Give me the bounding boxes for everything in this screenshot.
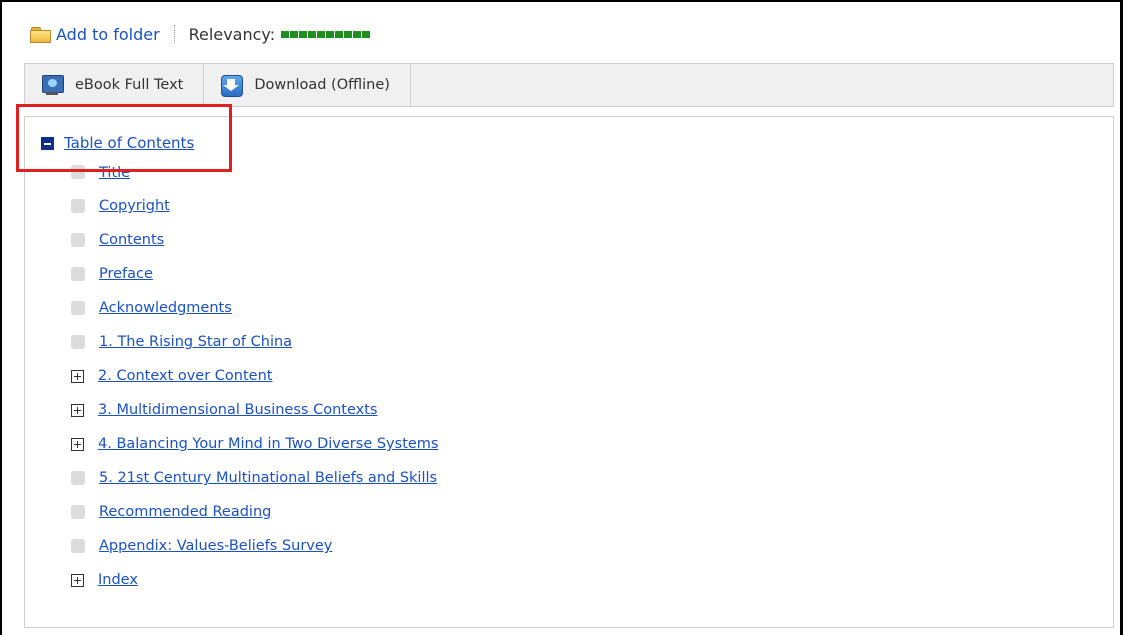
download-offline-button[interactable]: Download (Offline)	[204, 64, 411, 106]
relevancy-meter	[281, 30, 371, 38]
relevancy-block	[353, 30, 362, 38]
folder-icon[interactable]	[30, 26, 51, 43]
expand-icon[interactable]	[71, 437, 84, 451]
relevancy-label: Relevancy:	[188, 24, 276, 44]
toc-item: 1. The Rising Star of China	[71, 325, 438, 359]
relevancy-block	[326, 30, 335, 38]
toc-item: Title	[71, 165, 438, 189]
leaf-bullet-icon	[71, 199, 85, 213]
toc-item: Index	[71, 563, 438, 597]
toc-heading-link[interactable]: Table of Contents	[64, 134, 194, 152]
toc-item: Recommended Reading	[71, 495, 438, 529]
format-toolbar: eBook Full Text Download (Offline)	[24, 63, 1114, 107]
toc-heading-row: Table of Contents	[41, 134, 194, 152]
toc-item-link[interactable]: Preface	[99, 266, 153, 282]
download-offline-label: Download (Offline)	[254, 77, 390, 93]
ebook-full-text-button[interactable]: eBook Full Text	[25, 64, 205, 106]
toc-item-link[interactable]: Copyright	[99, 198, 170, 214]
leaf-bullet-icon	[71, 335, 85, 349]
add-to-folder-link[interactable]: Add to folder	[56, 25, 160, 44]
toc-item-link[interactable]: 4. Balancing Your Mind in Two Diverse Sy…	[98, 436, 438, 452]
toc-item-link[interactable]: Index	[98, 572, 138, 588]
relevancy-block	[335, 30, 344, 38]
relevancy-block	[308, 30, 317, 38]
toc-item: Preface	[71, 257, 438, 291]
relevancy-block	[344, 30, 353, 38]
download-arrow-icon	[220, 75, 244, 97]
toc-item-link[interactable]: Acknowledgments	[99, 300, 232, 316]
relevancy-block	[299, 30, 308, 38]
toc-item: Copyright	[71, 189, 438, 223]
toc-item-link[interactable]: Contents	[99, 232, 164, 248]
toc-item-link[interactable]: Recommended Reading	[99, 504, 271, 520]
toc-list: Title Copyright Contents Preface Acknowledgm…	[71, 165, 438, 597]
toc-item-link[interactable]: Title	[99, 165, 130, 181]
relevancy-block	[290, 30, 299, 38]
toc-item-link[interactable]: 2. Context over Content	[98, 368, 272, 384]
toc-item: Contents	[71, 223, 438, 257]
toc-item-link[interactable]: Appendix: Values-Beliefs Survey	[99, 538, 332, 554]
toc-item-link[interactable]: 3. Multidimensional Business Contexts	[98, 402, 377, 418]
toc-item: Acknowledgments	[71, 291, 438, 325]
ebook-monitor-icon	[41, 75, 64, 95]
toc-item: 5. 21st Century Multinational Beliefs an…	[71, 461, 438, 495]
leaf-bullet-icon	[71, 539, 85, 553]
ebook-full-text-label: eBook Full Text	[75, 77, 184, 93]
relevancy-block	[317, 30, 326, 38]
separator	[173, 25, 175, 43]
toc-panel: Table of Contents Title Copyright Contents…	[24, 116, 1114, 628]
leaf-bullet-icon	[71, 471, 85, 485]
leaf-bullet-icon	[71, 165, 85, 179]
record-actions-bar: Add to folder Relevancy:	[30, 22, 371, 46]
leaf-bullet-icon	[71, 301, 85, 315]
relevancy-block	[362, 30, 371, 38]
toc-item: 4. Balancing Your Mind in Two Diverse Sy…	[71, 427, 438, 461]
expand-icon[interactable]	[71, 573, 84, 587]
leaf-bullet-icon	[71, 233, 85, 247]
toc-item: 2. Context over Content	[71, 359, 438, 393]
toc-item: 3. Multidimensional Business Contexts	[71, 393, 438, 427]
toc-item-link[interactable]: 1. The Rising Star of China	[99, 334, 292, 350]
expand-icon[interactable]	[71, 369, 84, 383]
collapse-icon[interactable]	[41, 136, 54, 150]
expand-icon[interactable]	[71, 403, 84, 417]
leaf-bullet-icon	[71, 267, 85, 281]
leaf-bullet-icon	[71, 505, 85, 519]
toc-item: Appendix: Values-Beliefs Survey	[71, 529, 438, 563]
relevancy-block	[281, 30, 290, 38]
toc-item-link[interactable]: 5. 21st Century Multinational Beliefs an…	[99, 470, 437, 486]
